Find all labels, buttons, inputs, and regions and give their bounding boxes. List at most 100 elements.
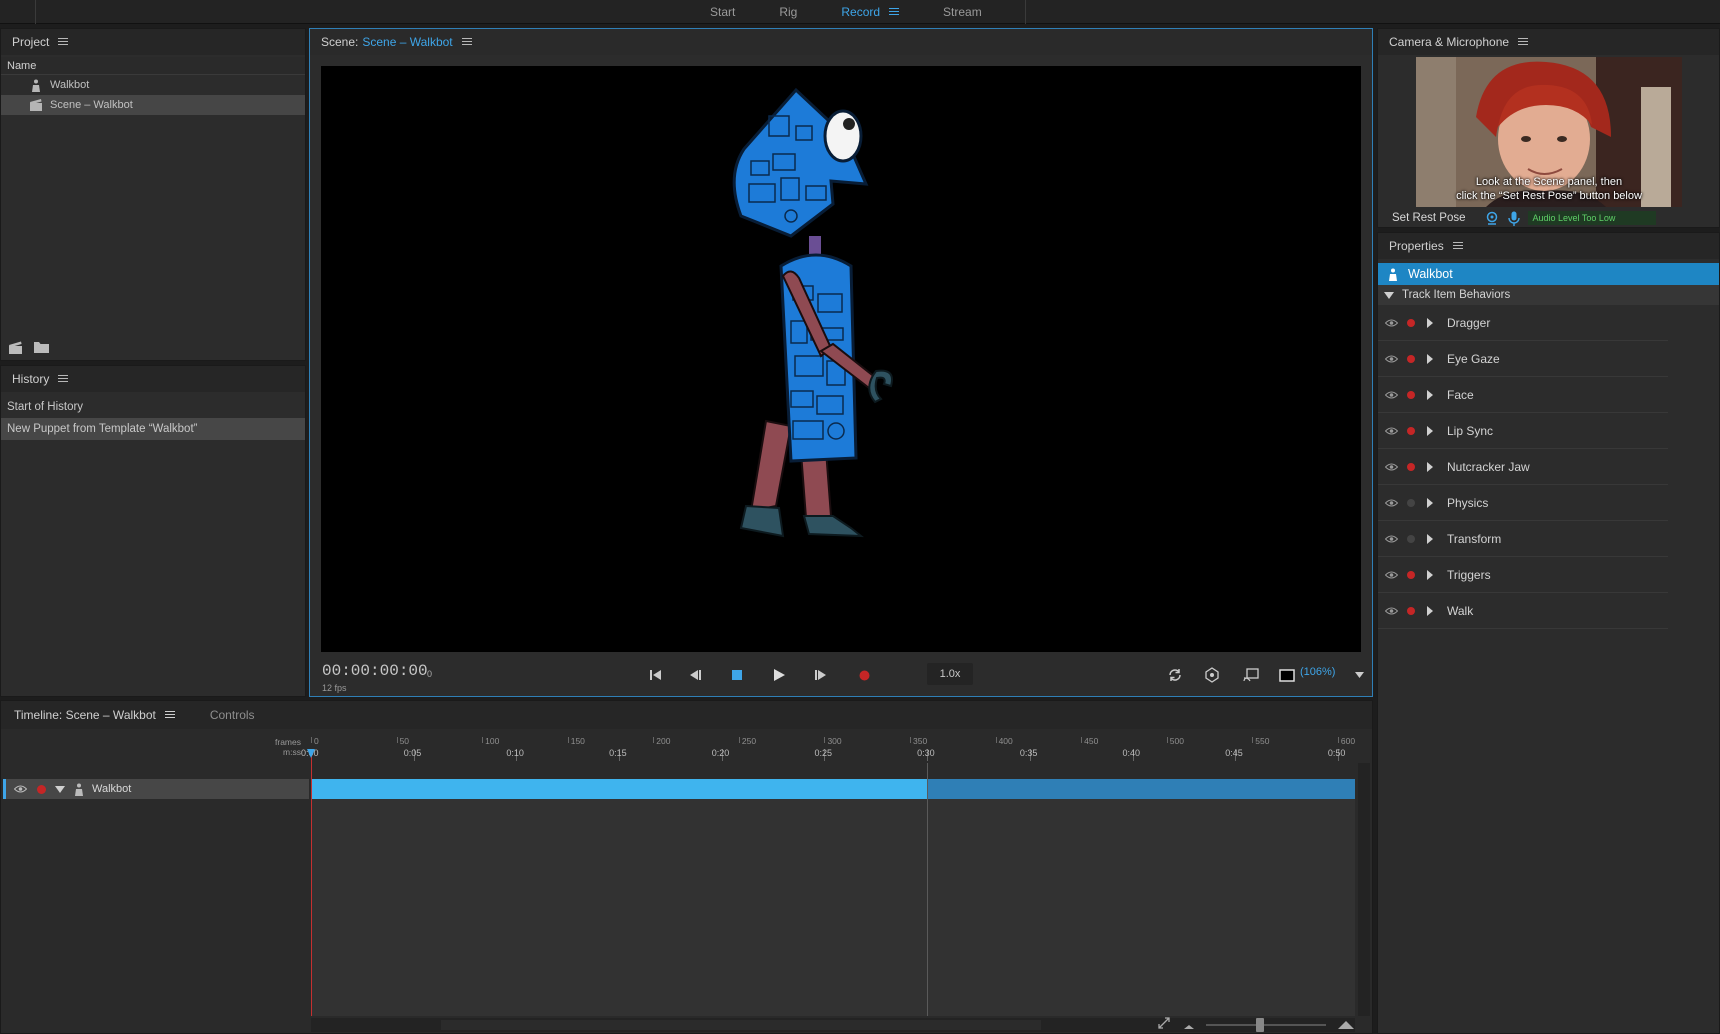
record-arm-icon[interactable] bbox=[1407, 534, 1415, 543]
tab-timeline[interactable]: Timeline: Scene – Walkbot bbox=[1, 708, 175, 722]
behavior-row[interactable]: Nutcracker Jaw bbox=[1378, 449, 1668, 485]
behavior-row[interactable]: Face bbox=[1378, 377, 1668, 413]
record-arm-icon[interactable] bbox=[1407, 498, 1415, 507]
panel-menu-icon[interactable] bbox=[58, 38, 69, 46]
step-back-button[interactable] bbox=[686, 666, 704, 684]
set-rest-pose-button[interactable]: Set Rest Pose bbox=[1392, 212, 1466, 224]
folder-icon[interactable] bbox=[33, 340, 49, 354]
walkbot-puppet[interactable] bbox=[321, 66, 1361, 652]
name-column-header[interactable]: Name bbox=[1, 57, 305, 75]
behavior-row[interactable]: Dragger bbox=[1378, 305, 1668, 341]
disclosure-right-icon[interactable] bbox=[1427, 569, 1433, 580]
history-item[interactable]: New Puppet from Template “Walkbot” bbox=[1, 418, 305, 440]
eye-icon[interactable] bbox=[1384, 462, 1398, 472]
step-forward-button[interactable] bbox=[812, 666, 830, 684]
project-item-scene[interactable]: Scene – Walkbot bbox=[1, 95, 305, 115]
timecode-display[interactable]: 00:00:00:00 bbox=[322, 662, 428, 680]
record-arm-icon[interactable] bbox=[1407, 390, 1415, 399]
tab-controls[interactable]: Controls bbox=[197, 708, 255, 722]
scrollbar-thumb[interactable] bbox=[441, 1020, 1041, 1030]
cast-button[interactable] bbox=[1242, 666, 1260, 684]
zoom-out-icon[interactable] bbox=[1184, 1018, 1194, 1032]
project-item-puppet[interactable]: Walkbot bbox=[1, 75, 305, 95]
timeline-zoom-slider[interactable] bbox=[1206, 1017, 1326, 1032]
track-header[interactable]: Walkbot bbox=[3, 779, 309, 799]
behaviors-group-header[interactable]: Track Item Behaviors bbox=[1378, 285, 1719, 305]
disclosure-right-icon[interactable] bbox=[1427, 353, 1433, 364]
eye-icon[interactable] bbox=[1384, 534, 1398, 544]
record-arm-icon[interactable] bbox=[1407, 462, 1415, 471]
behavior-row[interactable]: Walk bbox=[1378, 593, 1668, 629]
physics-toggle-button[interactable] bbox=[1203, 666, 1221, 684]
zoom-dropdown[interactable] bbox=[1350, 666, 1368, 684]
behavior-row[interactable]: Physics bbox=[1378, 485, 1668, 521]
record-arm-icon[interactable] bbox=[37, 784, 46, 794]
panel-menu-icon[interactable] bbox=[164, 711, 175, 719]
disclosure-right-icon[interactable] bbox=[1427, 497, 1433, 508]
record-arm-icon[interactable] bbox=[1407, 318, 1415, 327]
behavior-row[interactable]: Triggers bbox=[1378, 557, 1668, 593]
eye-icon[interactable] bbox=[1384, 498, 1398, 508]
eye-icon[interactable] bbox=[14, 785, 28, 793]
scene-stage[interactable] bbox=[321, 66, 1361, 652]
new-scene-icon[interactable] bbox=[7, 340, 23, 354]
panel-menu-icon[interactable] bbox=[461, 38, 472, 46]
camera-toggle-icon[interactable] bbox=[1484, 210, 1500, 226]
eye-icon[interactable] bbox=[1384, 318, 1398, 328]
background-toggle-button[interactable] bbox=[1278, 666, 1296, 684]
zoom-in-icon[interactable] bbox=[1338, 1018, 1354, 1032]
record-arm-icon[interactable] bbox=[1407, 570, 1415, 579]
stop-button[interactable] bbox=[728, 666, 746, 684]
zoom-slider-thumb[interactable] bbox=[1256, 1017, 1264, 1032]
disclosure-right-icon[interactable] bbox=[1427, 317, 1433, 328]
record-arm-icon[interactable] bbox=[1407, 606, 1415, 615]
time-ruler[interactable]: 0 50 100 150 200 250 300 350 400 450 500 550 600 0:00… bbox=[301, 733, 1355, 763]
camera-instruction-line: Look at the Scene panel, then bbox=[1475, 176, 1623, 188]
record-arm-icon[interactable] bbox=[1407, 354, 1415, 363]
zoom-level[interactable]: (106%) bbox=[1300, 666, 1335, 678]
selected-puppet[interactable]: Walkbot bbox=[1378, 263, 1719, 285]
disclosure-right-icon[interactable] bbox=[1427, 533, 1433, 544]
disclosure-right-icon[interactable] bbox=[1427, 461, 1433, 472]
workspace-rig[interactable]: Rig bbox=[779, 5, 797, 19]
disclosure-down-icon[interactable] bbox=[1384, 291, 1394, 299]
menu-icon[interactable] bbox=[889, 8, 900, 16]
disclosure-right-icon[interactable] bbox=[1427, 425, 1433, 436]
behavior-row[interactable]: Eye Gaze bbox=[1378, 341, 1668, 377]
playhead-handle[interactable] bbox=[307, 749, 315, 758]
fit-to-window-icon[interactable] bbox=[1158, 1017, 1170, 1032]
record-button[interactable] bbox=[855, 666, 873, 684]
behavior-row[interactable]: Lip Sync bbox=[1378, 413, 1668, 449]
eye-icon[interactable] bbox=[1384, 570, 1398, 580]
scene-name-link[interactable]: Scene – Walkbot bbox=[362, 35, 452, 49]
disclosure-down-icon[interactable] bbox=[55, 785, 65, 793]
record-arm-icon[interactable] bbox=[1407, 426, 1415, 435]
eye-icon[interactable] bbox=[1384, 606, 1398, 616]
workspace-start[interactable]: Start bbox=[710, 5, 735, 19]
playhead[interactable] bbox=[311, 749, 312, 1016]
timeline-tracks-area[interactable] bbox=[311, 799, 1355, 1016]
timeline-vertical-scrollbar[interactable] bbox=[1358, 763, 1370, 1016]
panel-menu-icon[interactable] bbox=[1452, 242, 1463, 250]
behaviors-group-label: Track Item Behaviors bbox=[1402, 289, 1511, 301]
workspace-record[interactable]: Record bbox=[841, 5, 900, 19]
go-to-start-button[interactable] bbox=[647, 666, 665, 684]
history-item[interactable]: Start of History bbox=[1, 396, 305, 418]
track-bar[interactable] bbox=[311, 779, 1355, 799]
eye-icon[interactable] bbox=[1384, 426, 1398, 436]
disclosure-right-icon[interactable] bbox=[1427, 389, 1433, 400]
eye-icon[interactable] bbox=[1384, 390, 1398, 400]
panel-menu-icon[interactable] bbox=[58, 375, 69, 383]
disclosure-right-icon[interactable] bbox=[1427, 605, 1433, 616]
workspace-stream[interactable]: Stream bbox=[943, 5, 982, 19]
play-button[interactable] bbox=[770, 666, 788, 684]
playback-speed[interactable]: 1.0x bbox=[927, 663, 973, 685]
behavior-row[interactable]: Transform bbox=[1378, 521, 1668, 557]
microphone-toggle-icon[interactable] bbox=[1506, 210, 1522, 226]
loop-button[interactable] bbox=[1166, 666, 1184, 684]
track-bar-scene-range[interactable] bbox=[311, 779, 928, 799]
eye-icon[interactable] bbox=[1384, 354, 1398, 364]
loop-icon bbox=[1169, 669, 1181, 681]
panel-menu-icon[interactable] bbox=[1518, 38, 1529, 46]
ruler-tick bbox=[396, 737, 398, 743]
